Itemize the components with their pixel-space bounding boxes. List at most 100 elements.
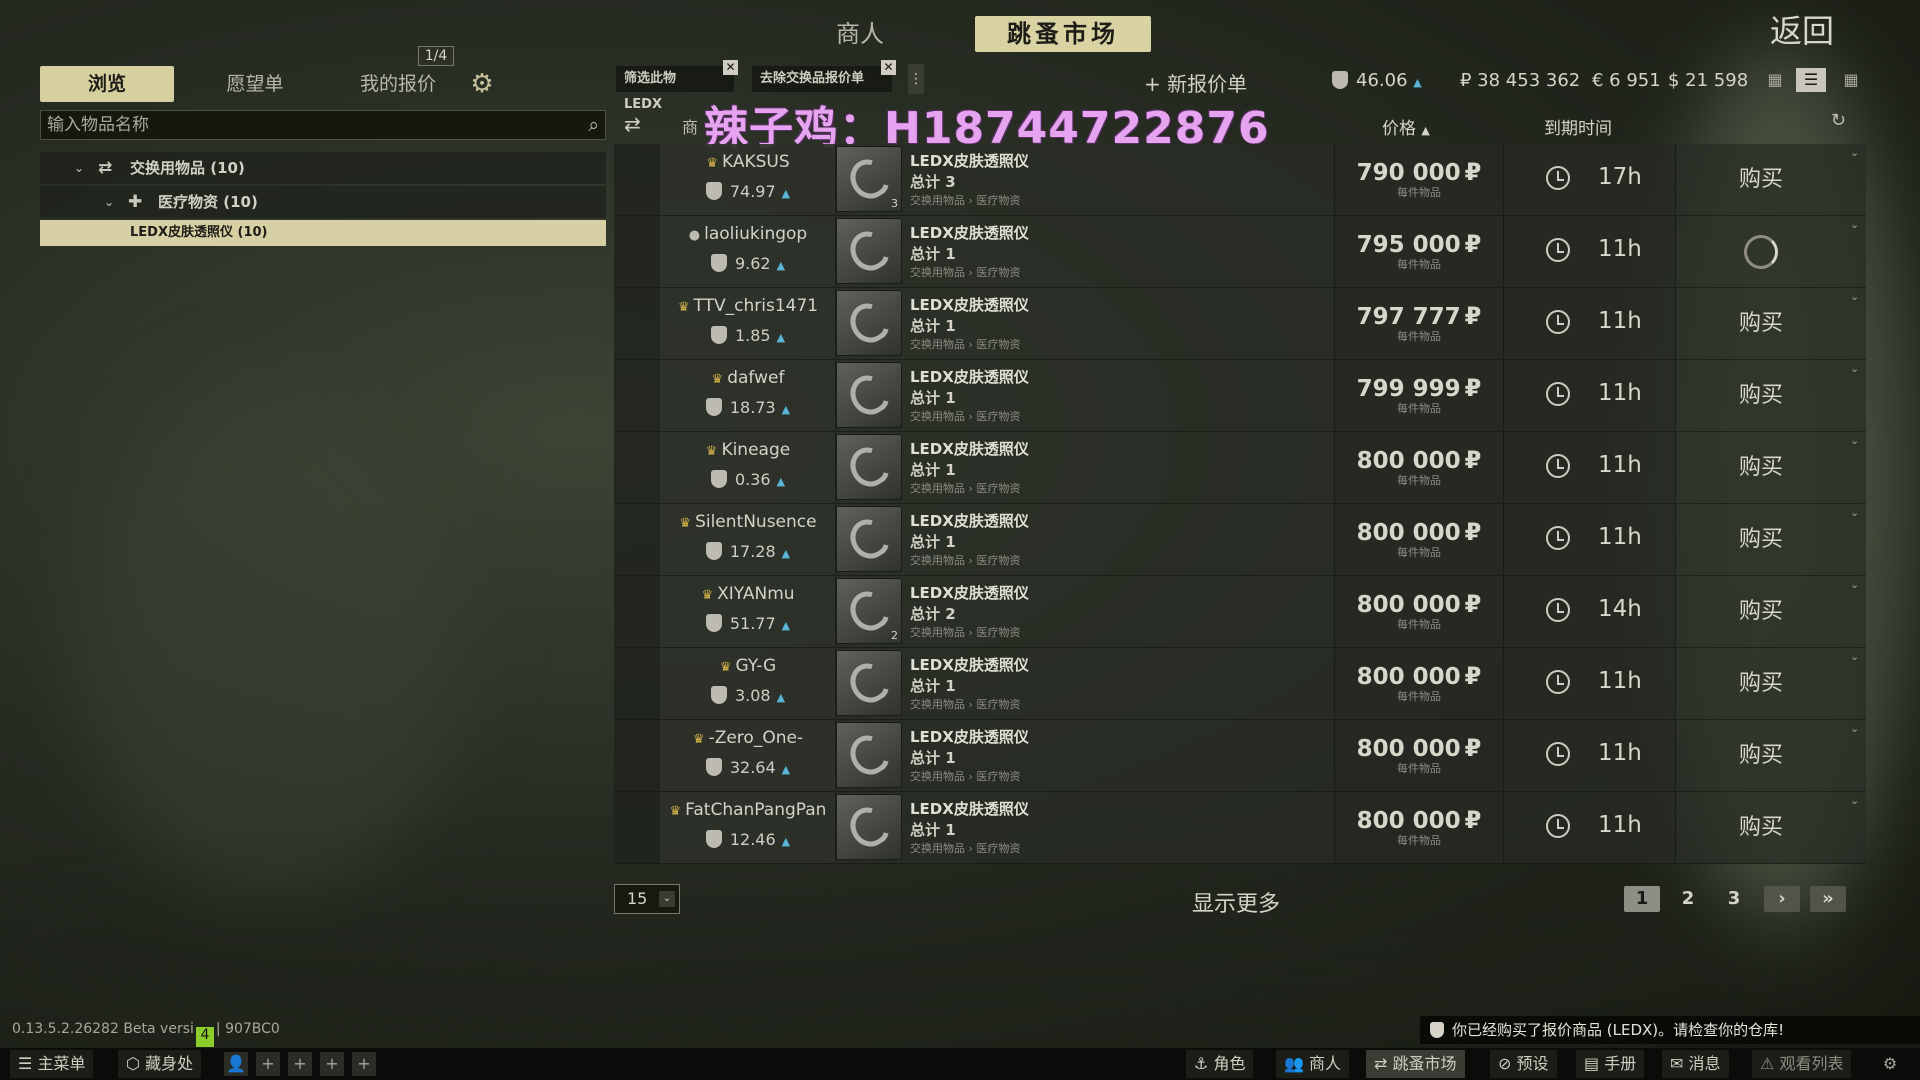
- search-input[interactable]: [41, 111, 605, 139]
- back-button[interactable]: 返回: [1770, 6, 1834, 52]
- seller-cell[interactable]: ♛ -Zero_One- 32.64 ▲: [660, 720, 836, 791]
- buy-button[interactable]: 购买: [1676, 288, 1846, 359]
- item-thumbnail[interactable]: [836, 290, 902, 356]
- chevron-down-icon[interactable]: ⌄: [1850, 362, 1859, 375]
- handbook-button[interactable]: ▤ 手册: [1576, 1050, 1645, 1078]
- table-row[interactable]: ♛ Kineage 0.36 ▲ LEDX皮肤透照仪 总计 1 交换用物品 › 医疗…: [614, 432, 1866, 504]
- buy-button[interactable]: 购买: [1676, 360, 1846, 431]
- table-row[interactable]: ♛ -Zero_One- 32.64 ▲ LEDX皮肤透照仪 总计 1 交换用物品 …: [614, 720, 1866, 792]
- next-page-icon[interactable]: ›: [1764, 886, 1800, 912]
- seller-cell[interactable]: ♛ GY-G 3.08 ▲: [660, 648, 836, 719]
- buy-button[interactable]: 购买: [1676, 576, 1846, 647]
- grid-large-view-icon[interactable]: ▦: [1836, 68, 1866, 92]
- close-icon[interactable]: ✕: [723, 60, 738, 75]
- swap-icon[interactable]: ⇄: [624, 112, 641, 136]
- refresh-icon[interactable]: ↻: [1831, 110, 1846, 131]
- seller-cell[interactable]: ♛ Kineage 0.36 ▲: [660, 432, 836, 503]
- gear-icon[interactable]: ⚙: [462, 66, 502, 102]
- watchlist-button[interactable]: ⚠ 观看列表: [1752, 1050, 1852, 1078]
- tab-my-offers[interactable]: 我的报价: [328, 66, 468, 102]
- add-slot-icon[interactable]: +: [256, 1052, 280, 1076]
- add-slot-icon[interactable]: +: [320, 1052, 344, 1076]
- seller-cell[interactable]: ♛ TTV_chris1471 1.85 ▲: [660, 288, 836, 359]
- flea-market-button[interactable]: ⇄ 跳蚤市场: [1366, 1050, 1465, 1078]
- table-row[interactable]: ♛ dafwef 18.73 ▲ LEDX皮肤透照仪 总计 1 交换用物品 › 医疗…: [614, 360, 1866, 432]
- column-merchant[interactable]: 商: [682, 114, 698, 138]
- tree-item-medical[interactable]: ⌄ ✚ 医疗物资 (10): [40, 186, 606, 218]
- add-slot-icon[interactable]: +: [288, 1052, 312, 1076]
- item-thumbnail[interactable]: [836, 794, 902, 860]
- close-icon[interactable]: ✕: [881, 60, 896, 75]
- character-button[interactable]: ⚓ 角色: [1186, 1050, 1254, 1078]
- table-row[interactable]: ♛ TTV_chris1471 1.85 ▲ LEDX皮肤透照仪 总计 1 交换用物…: [614, 288, 1866, 360]
- table-row[interactable]: ♛ XIYANmu 51.77 ▲ 2 LEDX皮肤透照仪 总计 2 交换用物品 ›…: [614, 576, 1866, 648]
- table-row[interactable]: ♛ GY-G 3.08 ▲ LEDX皮肤透照仪 总计 1 交换用物品 › 医疗物资 …: [614, 648, 1866, 720]
- tab-browse[interactable]: 浏览: [40, 66, 174, 102]
- search-icon[interactable]: ⌕: [588, 114, 599, 136]
- chevron-down-icon[interactable]: ⌄: [1850, 218, 1859, 231]
- page-3-button[interactable]: 3: [1716, 886, 1752, 912]
- add-slot-icon[interactable]: +: [352, 1052, 376, 1076]
- item-thumbnail[interactable]: 3: [836, 146, 902, 212]
- buy-button[interactable]: 购买: [1676, 432, 1846, 503]
- tab-flea-market[interactable]: 跳蚤市场: [975, 16, 1151, 52]
- last-page-icon[interactable]: »: [1810, 886, 1846, 912]
- column-price[interactable]: 价格 ▲: [1382, 114, 1430, 139]
- grid-small-view-icon[interactable]: ▦: [1760, 68, 1790, 92]
- per-page-select[interactable]: 15 ⌄: [614, 884, 680, 914]
- table-row[interactable]: ♛ KAKSUS 74.97 ▲ 3 LEDX皮肤透照仪 总计 3 交换用物品 › …: [614, 144, 1866, 216]
- page-1-button[interactable]: 1: [1624, 886, 1660, 912]
- filter-chip-barter[interactable]: 去除交换品报价单 ✕: [752, 60, 896, 92]
- buy-button[interactable]: 购买: [1676, 504, 1846, 575]
- chevron-down-icon[interactable]: ⌄: [1850, 146, 1859, 159]
- list-view-icon[interactable]: ☰: [1796, 68, 1826, 92]
- settings-icon[interactable]: ⚙: [1878, 1052, 1902, 1076]
- table-row[interactable]: ♛ SilentNusence 17.28 ▲ LEDX皮肤透照仪 总计 1 交换用…: [614, 504, 1866, 576]
- chevron-down-icon[interactable]: ⌄: [74, 152, 84, 184]
- buy-button[interactable]: 购买: [1676, 144, 1846, 215]
- column-expiration[interactable]: 到期时间: [1544, 114, 1612, 139]
- messages-button[interactable]: ✉ 消息: [1662, 1050, 1729, 1078]
- item-thumbnail[interactable]: [836, 722, 902, 788]
- show-more-button[interactable]: 显示更多: [1192, 886, 1280, 918]
- seller-cell[interactable]: ♛ XIYANmu 51.77 ▲: [660, 576, 836, 647]
- item-thumbnail[interactable]: [836, 434, 902, 500]
- chevron-down-icon[interactable]: ⌄: [1850, 506, 1859, 519]
- more-filters-icon[interactable]: ⋮: [908, 64, 924, 94]
- item-thumbnail[interactable]: [836, 218, 902, 284]
- chevron-down-icon[interactable]: ⌄: [1850, 722, 1859, 735]
- chevron-down-icon[interactable]: ⌄: [1850, 794, 1859, 807]
- buy-button[interactable]: 购买: [1676, 792, 1846, 863]
- chevron-down-icon[interactable]: ⌄: [659, 891, 675, 907]
- chevron-down-icon[interactable]: ⌄: [1850, 650, 1859, 663]
- table-row[interactable]: ♛ FatChanPangPan 12.46 ▲ LEDX皮肤透照仪 总计 1 交换…: [614, 792, 1866, 864]
- tab-merchant[interactable]: 商人: [815, 16, 905, 52]
- filter-chip-item[interactable]: 筛选此物 LEDX ✕: [616, 60, 738, 112]
- buy-button[interactable]: 购买: [1676, 720, 1846, 791]
- chevron-down-icon[interactable]: ⌄: [1850, 434, 1859, 447]
- table-row[interactable]: ● laoliukingop 9.62 ▲ LEDX皮肤透照仪 总计 1 交换用物品…: [614, 216, 1866, 288]
- traders-button[interactable]: 👥 商人: [1276, 1050, 1350, 1078]
- item-thumbnail[interactable]: 2: [836, 578, 902, 644]
- tab-wishlist[interactable]: 愿望单: [190, 66, 320, 102]
- chevron-down-icon[interactable]: ⌄: [1850, 290, 1859, 303]
- item-thumbnail[interactable]: [836, 650, 902, 716]
- item-thumbnail[interactable]: [836, 506, 902, 572]
- user-icon[interactable]: 👤: [224, 1052, 248, 1076]
- tree-item-ledx[interactable]: LEDX皮肤透照仪 (10): [40, 220, 606, 246]
- hideout-button[interactable]: ⬡ 藏身处: [118, 1050, 202, 1078]
- page-2-button[interactable]: 2: [1670, 886, 1706, 912]
- item-thumbnail[interactable]: [836, 362, 902, 428]
- chevron-down-icon[interactable]: ⌄: [1850, 578, 1859, 591]
- buy-button[interactable]: [1676, 216, 1846, 287]
- seller-cell[interactable]: ♛ FatChanPangPan 12.46 ▲: [660, 792, 836, 863]
- seller-cell[interactable]: ● laoliukingop 9.62 ▲: [660, 216, 836, 287]
- main-menu-button[interactable]: ☰ 主菜单: [10, 1050, 94, 1078]
- seller-cell[interactable]: ♛ SilentNusence 17.28 ▲: [660, 504, 836, 575]
- seller-cell[interactable]: ♛ dafwef 18.73 ▲: [660, 360, 836, 431]
- buy-button[interactable]: 购买: [1676, 648, 1846, 719]
- chevron-down-icon[interactable]: ⌄: [104, 186, 114, 218]
- presets-button[interactable]: ⊘ 预设: [1490, 1050, 1557, 1078]
- seller-cell[interactable]: ♛ KAKSUS 74.97 ▲: [660, 144, 836, 215]
- tree-item-barter[interactable]: ⌄ ⇄ 交换用物品 (10): [40, 152, 606, 184]
